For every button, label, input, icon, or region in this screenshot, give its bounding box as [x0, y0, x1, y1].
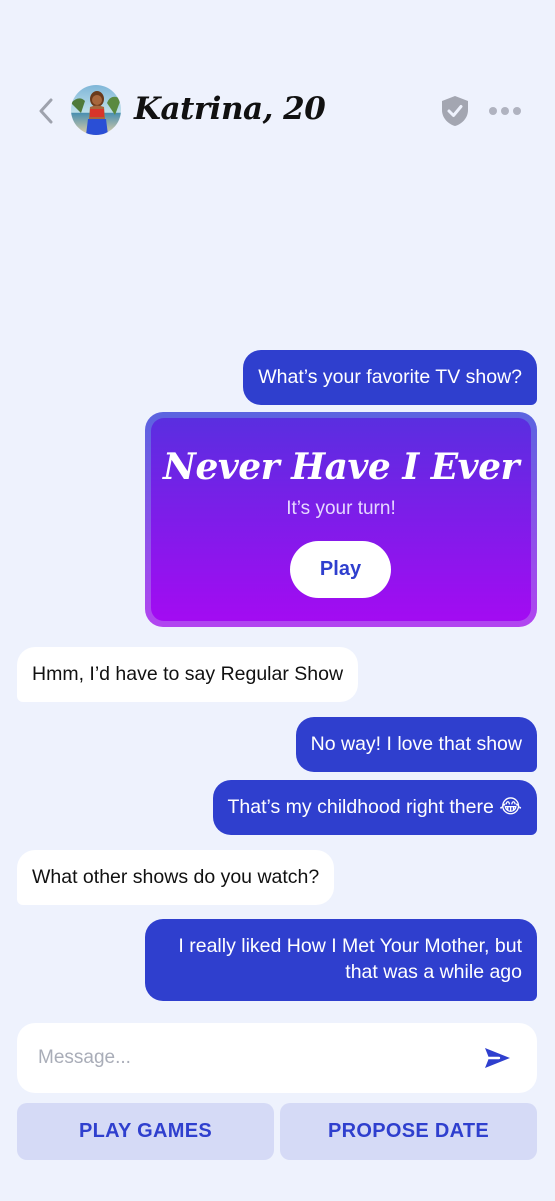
propose-date-button[interactable]: PROPOSE DATE: [280, 1103, 537, 1160]
shield-check-icon: [442, 96, 468, 126]
message-received[interactable]: Hmm, I’d have to say Regular Show: [17, 647, 359, 702]
dot-icon: [501, 107, 509, 115]
contact-name[interactable]: Katrina, 20: [134, 91, 326, 127]
message-text: I really liked How I Met Your Mother, bu…: [178, 935, 522, 983]
avatar-image: [71, 85, 121, 135]
message-composer: [17, 1023, 537, 1093]
game-card-body: Never Have I Ever It’s your turn! Play: [151, 418, 531, 621]
message-sent[interactable]: That’s my childhood right there 😂: [212, 780, 537, 835]
more-options-button[interactable]: [489, 102, 521, 120]
back-button[interactable]: [34, 96, 58, 126]
game-subtitle: It’s your turn!: [286, 498, 396, 519]
message-text: What’s your favorite TV show?: [258, 366, 522, 388]
message-text: What other shows do you watch?: [32, 866, 320, 888]
game-title: Never Have I Ever: [163, 446, 519, 488]
message-text: No way! I love that show: [310, 733, 522, 755]
dot-icon: [489, 107, 497, 115]
message-text: Hmm, I’d have to say Regular Show: [32, 663, 344, 685]
chevron-left-icon: [39, 98, 53, 124]
message-received[interactable]: What other shows do you watch?: [17, 850, 335, 905]
chat-header: Katrina, 20: [0, 80, 555, 142]
message-sent[interactable]: What’s your favorite TV show?: [243, 350, 537, 405]
message-input[interactable]: [38, 1041, 458, 1075]
game-card[interactable]: Never Have I Ever It’s your turn! Play: [145, 412, 537, 627]
send-button[interactable]: [483, 1045, 513, 1071]
play-games-button[interactable]: PLAY GAMES: [17, 1103, 274, 1160]
message-text: That’s my childhood right there 😂: [227, 796, 522, 818]
send-icon: [485, 1048, 510, 1068]
dot-icon: [513, 107, 521, 115]
avatar[interactable]: [71, 85, 121, 135]
play-button[interactable]: Play: [290, 541, 391, 598]
message-sent[interactable]: No way! I love that show: [295, 717, 537, 772]
shield-button[interactable]: [441, 95, 469, 127]
message-sent[interactable]: I really liked How I Met Your Mother, bu…: [145, 919, 537, 1001]
